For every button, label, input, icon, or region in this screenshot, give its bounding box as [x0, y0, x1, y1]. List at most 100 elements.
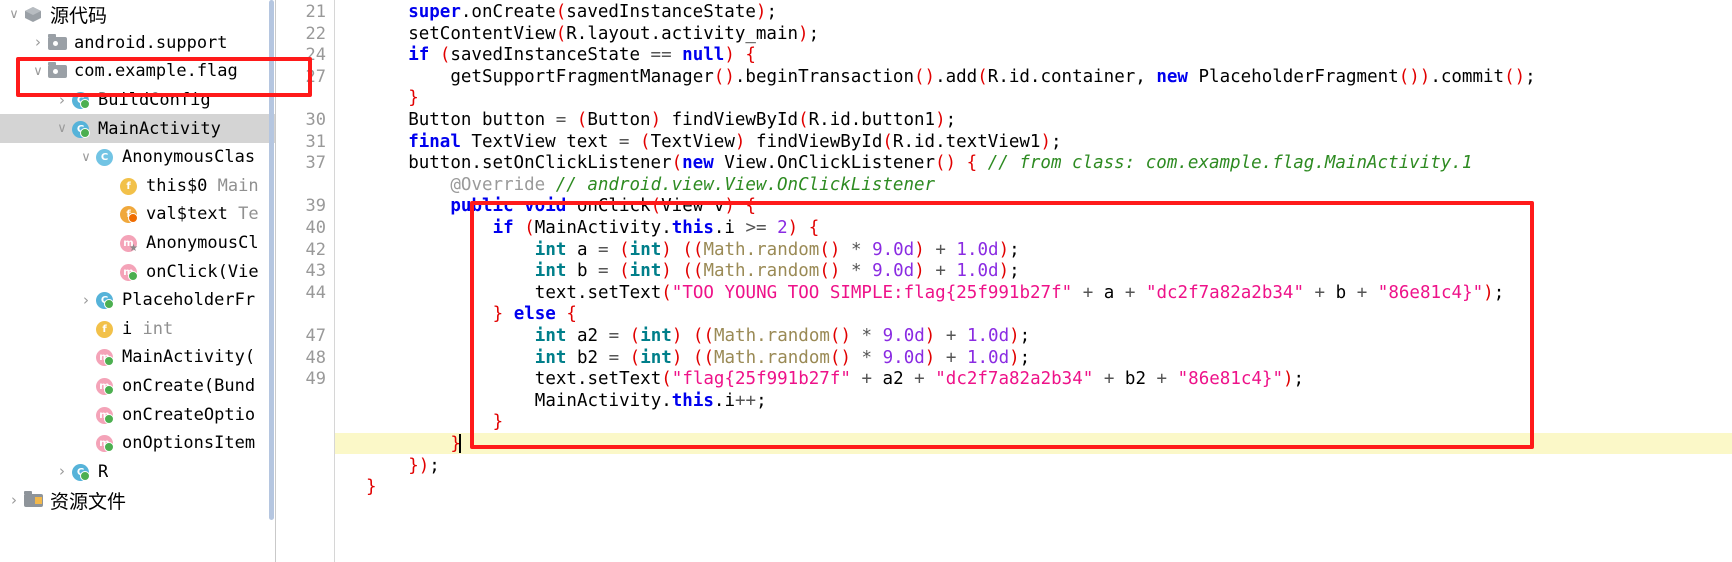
chevron-down-icon[interactable]: ∨ [54, 122, 70, 135]
code-line[interactable]: button.setOnClickListener(new View.OnCli… [408, 153, 1472, 175]
code-token: 1.0d [956, 261, 999, 282]
tree-item-label: 源代码 [50, 4, 108, 27]
code-token: } [492, 304, 504, 325]
class-icon: C [71, 90, 93, 110]
code-token: TextView [650, 131, 735, 152]
code-token: ; [1050, 131, 1062, 152]
tree-item-anonymouscl[interactable]: m ★ AnonymousCl [0, 229, 276, 258]
method-icon: m [95, 376, 117, 396]
code-token: () [819, 239, 841, 260]
chevron-down-icon[interactable]: ∨ [78, 151, 94, 164]
code-line[interactable]: Button button = (Button) findViewById(R.… [408, 110, 956, 132]
code-line[interactable]: final TextView text = (TextView) findVie… [408, 132, 1061, 154]
code-token: ( [661, 369, 672, 390]
code-token: (( [682, 261, 704, 282]
source-tree-panel[interactable]: ∨ 源代码›android.support∨com.example.flag›CB… [0, 0, 276, 562]
chevron-right-icon[interactable]: › [54, 464, 70, 479]
chevron-down-icon[interactable]: ∨ [30, 65, 46, 78]
code-token: int [534, 261, 567, 282]
code-line[interactable]: int a = (int) ((Math.random() * 9.0d) + … [535, 240, 1020, 262]
tree-item-[interactable]: › 资源文件 [0, 486, 276, 515]
code-line[interactable]: if (savedInstanceState == null) { [408, 45, 756, 67]
tree-item-r[interactable]: ›CR [0, 458, 276, 487]
code-line[interactable]: setContentView(R.layout.activity_main); [408, 24, 819, 46]
code-token: text.setText [534, 282, 662, 303]
code-line[interactable]: int a2 = (int) ((Math.random() * 9.0d) +… [535, 326, 1030, 348]
code-token: + [945, 326, 957, 346]
code-token: new [1156, 66, 1188, 87]
code-token: this [671, 218, 714, 238]
code-line[interactable]: int b = (int) ((Math.random() * 9.0d) + … [535, 261, 1020, 283]
tree-item-mainactivity[interactable]: mMainActivity( [0, 343, 276, 372]
code-line[interactable]: } [366, 477, 377, 499]
tree-item-[interactable]: ∨ 源代码 [0, 0, 276, 29]
code-token: + [1103, 369, 1115, 390]
code-line[interactable]: super.onCreate(savedInstanceState); [408, 2, 777, 24]
code-token: + [1356, 282, 1368, 303]
code-line[interactable]: MainActivity.this.i++; [535, 391, 767, 413]
code-token: ( [640, 131, 651, 152]
code-token: ( [629, 347, 641, 368]
code-line[interactable]: getSupportFragmentManager().beginTransac… [450, 67, 1535, 89]
tree-item-oncreate-bund[interactable]: monCreate(Bund [0, 372, 276, 401]
source-tree[interactable]: ∨ 源代码›android.support∨com.example.flag›CB… [0, 0, 276, 515]
code-token: "TOO YOUNG TOO SIMPLE:flag{25f991b27f" [671, 282, 1073, 303]
code-token: Math [703, 239, 746, 260]
class-icon: C [71, 119, 93, 139]
code-token: + [945, 347, 957, 368]
code-token: ( [629, 326, 641, 346]
code-editor[interactable]: 21 22 24 27 30 31 37 39 40 42 43 44 47 48 49 super.onC… [276, 0, 1732, 562]
tree-item-placeholderfr[interactable]: ›CPlaceholderFr [0, 286, 276, 315]
tree-item-onoptionsitem[interactable]: monOptionsItem [0, 429, 276, 458]
code-line[interactable]: int b2 = (int) ((Math.random() * 9.0d) +… [535, 348, 1030, 370]
tree-item-label: AnonymousClas [122, 147, 256, 168]
tree-item-this-0[interactable]: f this$0 Main [0, 172, 276, 201]
code-line[interactable]: if (MainActivity.this.i >= 2) { [493, 218, 820, 240]
code-line[interactable]: @Override // android.view.View.OnClickLi… [450, 175, 935, 197]
tree-item-android-support[interactable]: › android.support [0, 29, 276, 58]
tree-item-label: MainActivity( [122, 347, 256, 368]
tree-item-oncreateoptio[interactable]: monCreateOptio [0, 400, 276, 429]
code-token: 2 [777, 218, 788, 238]
code-token: ; [1019, 347, 1031, 368]
tree-item-com-example-flag[interactable]: ∨ com.example.flag [0, 57, 276, 86]
code-line[interactable]: public void onClick(View v) { [450, 196, 756, 218]
code-token: text.setText [534, 369, 662, 390]
cube-icon [23, 4, 45, 24]
code-token: "dc2f7a82a2b34" [1145, 282, 1304, 303]
tree-item-mainactivity[interactable]: ∨CMainActivity [0, 114, 276, 143]
code-line[interactable]: } [493, 412, 504, 434]
code-line[interactable]: } [408, 88, 419, 110]
chevron-down-icon[interactable]: ∨ [6, 8, 22, 21]
tree-item-val-text[interactable]: fval$text Te [0, 200, 276, 229]
code-token: ) [724, 196, 735, 217]
code-line[interactable]: text.setText("flag{25f991b27f" + a2 + "d… [535, 369, 1304, 391]
chevron-right-icon[interactable]: › [30, 35, 46, 50]
tree-item-i[interactable]: fi int [0, 315, 276, 344]
code-token: onClick [566, 196, 651, 217]
tree-item-label: PlaceholderFr [122, 290, 256, 311]
code-token: 1.0d [966, 347, 1010, 368]
tree-item-buildconfig[interactable]: ›CBuildConfig [0, 86, 276, 115]
code-text[interactable]: super.onCreate(savedInstanceState); setCo… [276, 0, 1732, 562]
code-line[interactable]: }); [408, 456, 440, 478]
chevron-right-icon[interactable]: › [6, 492, 22, 508]
code-token: TextView text [460, 131, 619, 152]
chevron-right-icon[interactable]: › [78, 292, 94, 308]
code-line[interactable]: text.setText("TOO YOUNG TOO SIMPLE:flag{… [535, 283, 1504, 305]
sidebar-scrollbar[interactable] [269, 0, 274, 520]
tree-item-anonymousclas[interactable]: ∨ C AnonymousClas [0, 143, 276, 172]
code-token: ) [671, 347, 683, 368]
code-token: .commit [1430, 66, 1505, 87]
chevron-right-icon[interactable]: › [54, 92, 70, 108]
tree-item-onclick-vie[interactable]: monClick(Vie [0, 257, 276, 286]
code-line[interactable]: } else { [493, 304, 577, 326]
code-token: "86e81c4}" [1377, 282, 1484, 303]
code-token: == [650, 45, 672, 66]
